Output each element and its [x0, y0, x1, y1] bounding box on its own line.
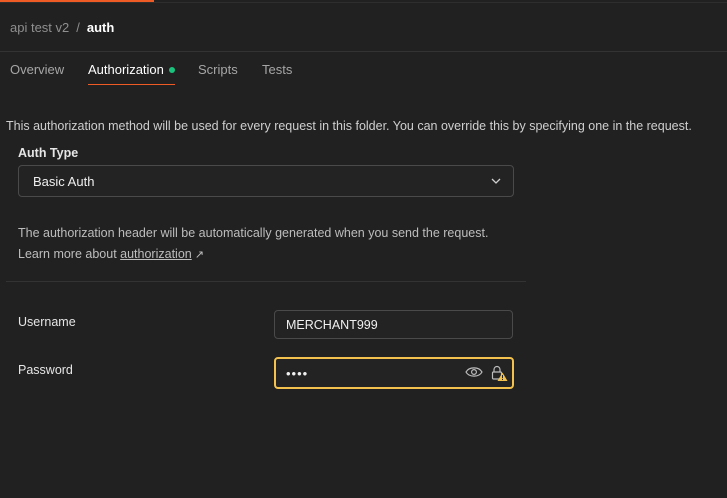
- tab-scripts-label: Scripts: [198, 62, 238, 77]
- auth-description: The authorization header will be automat…: [18, 223, 488, 266]
- auth-type-select[interactable]: Basic Auth: [18, 165, 514, 197]
- auth-type-label: Auth Type: [18, 146, 79, 160]
- status-dot-icon: [168, 66, 175, 73]
- tab-scripts[interactable]: Scripts: [198, 62, 238, 86]
- breadcrumb-parent[interactable]: api test v2: [10, 20, 69, 35]
- breadcrumb: api test v2 / auth: [10, 19, 114, 35]
- eye-icon[interactable]: [465, 365, 483, 379]
- tab-overview[interactable]: Overview: [10, 62, 64, 86]
- learn-more-prefix: Learn more about: [18, 247, 121, 261]
- active-tab-indicator: [88, 84, 175, 85]
- header-divider: [0, 51, 727, 52]
- tab-bar: Overview Authorization Scripts Tests: [0, 56, 727, 86]
- username-input[interactable]: MERCHANT999: [274, 310, 513, 339]
- external-link-icon: ↗: [194, 249, 204, 261]
- authorization-link[interactable]: authorization: [120, 247, 192, 261]
- section-divider: [6, 281, 526, 282]
- top-border: [0, 2, 727, 3]
- tab-authorization[interactable]: Authorization: [88, 62, 175, 86]
- password-label: Password: [18, 363, 73, 377]
- lock-warning-icon[interactable]: [490, 364, 508, 382]
- tab-tests-label: Tests: [262, 62, 293, 77]
- tab-overview-label: Overview: [10, 62, 65, 77]
- tab-tests[interactable]: Tests: [262, 62, 292, 86]
- breadcrumb-separator: /: [76, 19, 80, 35]
- auth-description-line: The authorization header will be automat…: [18, 226, 489, 240]
- auth-type-value: Basic Auth: [33, 173, 95, 189]
- chevron-down-icon: [491, 178, 501, 184]
- breadcrumb-current[interactable]: auth: [87, 20, 114, 35]
- learn-more-line: Learn more about authorization ↗: [18, 244, 488, 266]
- folder-auth-info: This authorization method will be used f…: [6, 119, 692, 133]
- username-label: Username: [18, 315, 76, 329]
- tab-authorization-label: Authorization: [88, 62, 164, 77]
